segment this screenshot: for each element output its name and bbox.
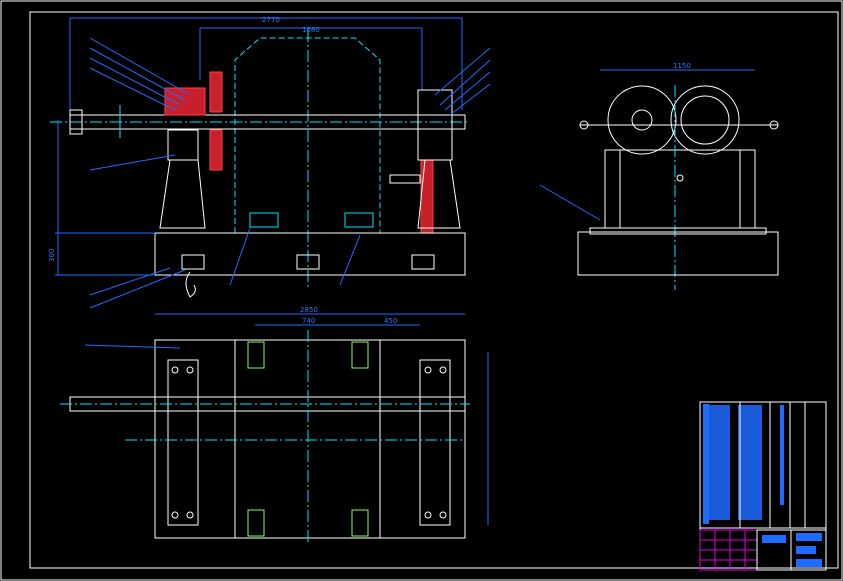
dim-text-2850: 2850 [300,306,318,314]
cad-drawing-canvas[interactable]: 2770 1680 300 1150 2850 740 450 [0,0,843,581]
plan-view: 2850 740 450 [60,306,489,545]
side-view: 1150 [539,62,779,290]
dim-text-1680: 1680 [302,26,320,34]
dim-text-300: 300 [48,249,56,262]
front-view: 2770 1680 300 [48,16,491,309]
dim-text-1150: 1150 [673,62,691,70]
bearing-section [420,159,434,234]
side-base [577,231,779,276]
plan-base [154,339,466,539]
left-bearing-housing [607,85,677,155]
dim-text-740: 740 [302,317,315,325]
lifting-hook [185,271,196,298]
left-pedestal [159,159,206,229]
coupling-section-lower [209,129,223,171]
dim-text-2770: 2770 [262,16,280,24]
coupling-section-upper [209,71,223,113]
dim-text-450: 450 [384,317,397,325]
title-block [699,401,827,571]
